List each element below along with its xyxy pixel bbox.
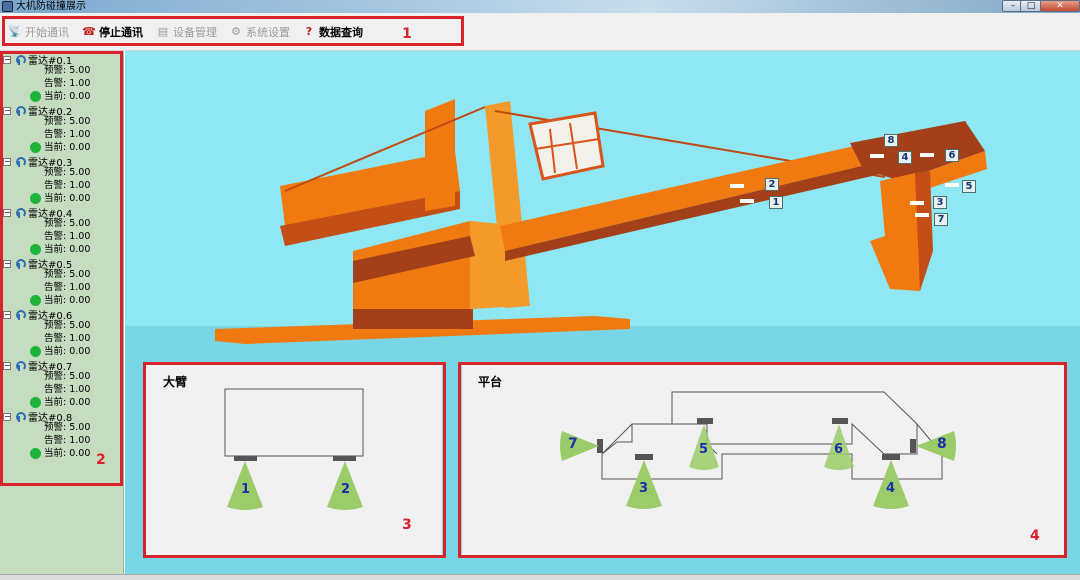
window-title: 大机防碰撞展示	[16, 1, 86, 12]
radar-tag-6[interactable]: 6	[945, 149, 959, 162]
annotation-label-3: 3	[402, 517, 412, 533]
annotation-label-4: 4	[1030, 528, 1040, 544]
maximize-button[interactable]: □	[1020, 0, 1042, 12]
radar-tag-8[interactable]: 8	[884, 134, 898, 147]
annotation-label-1: 1	[402, 26, 412, 42]
radar-mark	[740, 199, 754, 203]
app-window: 大机防碰撞展示 – □ ✕ 📡 开始通讯 ☎ 停止通讯 ▤ 设备管理 ⚙ 系统设…	[0, 0, 1080, 580]
radar-mark	[920, 153, 934, 157]
annotation-box-platform	[458, 362, 1067, 558]
radar-mark	[945, 183, 959, 187]
crane-a-frame-left	[425, 99, 455, 211]
status-strip	[0, 574, 1080, 580]
radar-tag-4[interactable]: 4	[898, 151, 912, 164]
radar-tag-1[interactable]: 1	[769, 196, 783, 209]
annotation-box-boom	[143, 362, 446, 558]
annotation-box-sidebar	[0, 51, 123, 486]
radar-tag-2[interactable]: 2	[765, 178, 779, 191]
annotation-label-2: 2	[96, 452, 106, 468]
radar-mark	[915, 213, 929, 217]
app-icon	[2, 1, 13, 12]
radar-mark	[910, 201, 924, 205]
radar-mark	[730, 184, 744, 188]
radar-mark	[870, 154, 884, 158]
crane-turntable	[353, 309, 473, 329]
annotation-box-toolbar	[2, 16, 464, 46]
radar-tag-7[interactable]: 7	[934, 213, 948, 226]
radar-tag-3[interactable]: 3	[933, 196, 947, 209]
title-bar: 大机防碰撞展示 – □ ✕	[0, 0, 1080, 13]
radar-tag-5[interactable]: 5	[962, 180, 976, 193]
operator-cab	[528, 111, 605, 181]
close-button[interactable]: ✕	[1040, 0, 1080, 12]
